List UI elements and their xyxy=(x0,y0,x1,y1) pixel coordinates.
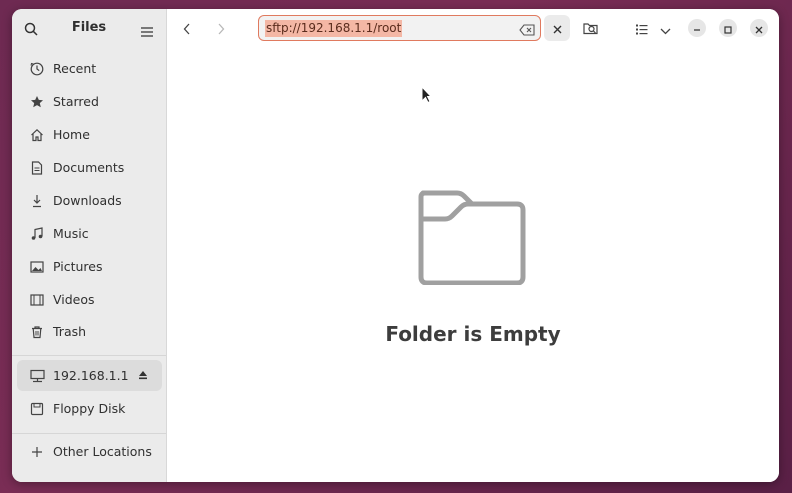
back-button[interactable] xyxy=(174,18,200,40)
sidebar-item-label: Downloads xyxy=(53,193,122,208)
hamburger-menu-icon[interactable] xyxy=(141,22,153,41)
search-folder-button[interactable] xyxy=(578,18,604,40)
sidebar-item-label: Trash xyxy=(53,324,87,339)
search-folder-icon xyxy=(583,20,599,39)
sidebar-item-videos[interactable]: Videos xyxy=(17,284,162,315)
sidebar-item-label: Recent xyxy=(53,61,97,76)
network-drive-icon xyxy=(29,368,45,384)
empty-folder-icon xyxy=(417,187,529,289)
sidebar-item-other-locations[interactable]: Other Locations xyxy=(17,436,162,467)
sidebar-item-pictures[interactable]: Pictures xyxy=(17,251,162,282)
eject-icon[interactable] xyxy=(138,368,148,383)
close-icon xyxy=(553,19,562,38)
star-icon xyxy=(29,94,45,110)
sidebar: Files Recent Starred Home Documents Down… xyxy=(12,9,167,482)
video-icon xyxy=(29,292,45,308)
plus-icon xyxy=(29,444,45,460)
sidebar-item-label: Starred xyxy=(53,94,99,109)
download-icon xyxy=(29,193,45,209)
sidebar-item-floppy[interactable]: Floppy Disk xyxy=(17,393,162,424)
location-entry[interactable]: sftp://192.168.1.1/root xyxy=(258,15,541,41)
sidebar-item-downloads[interactable]: Downloads xyxy=(17,185,162,216)
maximize-icon xyxy=(724,19,732,38)
picture-icon xyxy=(29,259,45,275)
maximize-button[interactable] xyxy=(719,19,737,37)
close-location-button[interactable] xyxy=(544,15,570,41)
sidebar-item-starred[interactable]: Starred xyxy=(17,86,162,117)
chevron-left-icon xyxy=(183,20,191,39)
sidebar-item-label: Other Locations xyxy=(53,444,152,459)
chevron-right-icon xyxy=(217,20,225,39)
home-icon xyxy=(29,127,45,143)
sidebar-item-music[interactable]: Music xyxy=(17,218,162,249)
sidebar-item-home[interactable]: Home xyxy=(17,119,162,150)
sidebar-header: Files xyxy=(12,9,166,47)
sidebar-divider xyxy=(12,355,166,356)
clock-icon xyxy=(29,61,45,77)
main-pane: sftp://192.168.1.1/root Folder is Empty xyxy=(167,9,779,482)
sidebar-divider xyxy=(12,433,166,434)
music-icon xyxy=(29,226,45,242)
minimize-button[interactable] xyxy=(688,19,706,37)
sidebar-item-documents[interactable]: Documents xyxy=(17,152,162,183)
close-window-button[interactable] xyxy=(750,19,768,37)
sidebar-item-label: Pictures xyxy=(53,259,103,274)
sidebar-item-label: Music xyxy=(53,226,89,241)
trash-icon xyxy=(29,324,45,340)
clear-text-icon[interactable] xyxy=(519,21,535,40)
minimize-icon xyxy=(693,19,701,38)
floppy-icon xyxy=(29,401,45,417)
files-window: Files Recent Starred Home Documents Down… xyxy=(12,9,779,482)
chevron-down-icon xyxy=(660,20,671,39)
document-icon xyxy=(29,160,45,176)
sidebar-item-label: Videos xyxy=(53,292,95,307)
sidebar-item-recent[interactable]: Recent xyxy=(17,53,162,84)
sidebar-item-network-mount[interactable]: 192.168.1.1 xyxy=(17,360,162,391)
list-view-icon xyxy=(636,20,648,39)
location-text[interactable]: sftp://192.168.1.1/root xyxy=(265,19,403,37)
mouse-cursor-icon xyxy=(421,85,433,108)
view-options-button[interactable] xyxy=(652,18,678,40)
forward-button[interactable] xyxy=(208,18,234,40)
sidebar-item-label: Documents xyxy=(53,160,125,175)
sidebar-item-label: Floppy Disk xyxy=(53,401,126,416)
close-icon xyxy=(755,19,763,38)
sidebar-item-trash[interactable]: Trash xyxy=(17,316,162,347)
sidebar-item-label: Home xyxy=(53,127,90,142)
empty-folder-label: Folder is Empty xyxy=(385,322,561,346)
sidebar-item-label: 192.168.1.1 xyxy=(53,368,129,383)
